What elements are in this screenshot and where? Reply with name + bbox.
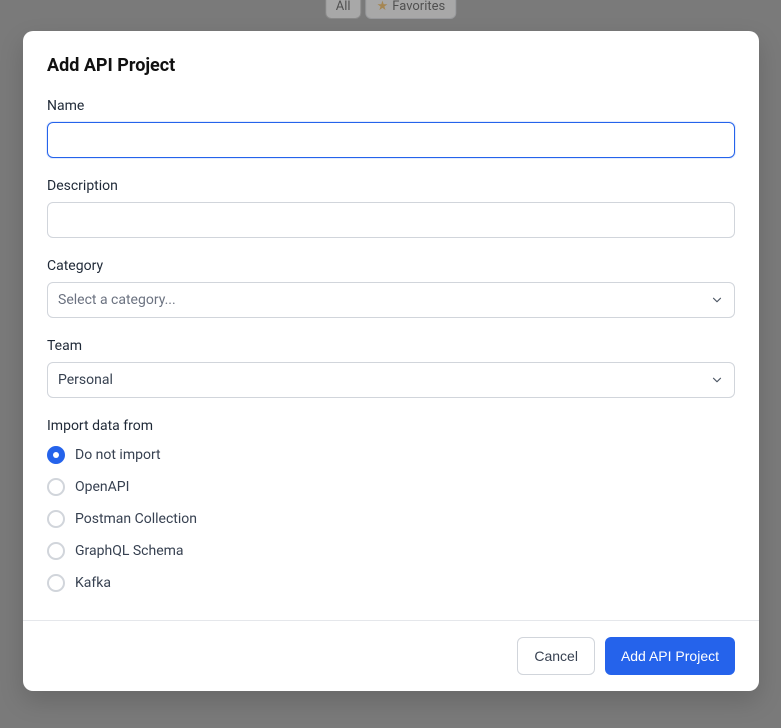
radio-label: OpenAPI [75, 479, 129, 495]
pill-favorites: ★ Favorites [366, 0, 457, 19]
name-label: Name [47, 98, 735, 114]
modal-body: Add API Project Name Description Categor… [23, 31, 759, 620]
radio-openapi[interactable]: OpenAPI [47, 478, 735, 496]
import-label: Import data from [47, 418, 735, 434]
radio-label: GraphQL Schema [75, 543, 184, 559]
pill-all-label: All [336, 0, 351, 14]
team-select[interactable]: Personal [47, 362, 735, 398]
radio-label: Postman Collection [75, 511, 197, 527]
category-select-value: Select a category... [58, 292, 176, 308]
radio-icon [47, 510, 65, 528]
team-select-value: Personal [58, 372, 113, 388]
cancel-button-label: Cancel [534, 648, 578, 664]
name-field-group: Name [47, 98, 735, 158]
radio-label: Kafka [75, 575, 111, 591]
modal-footer: Cancel Add API Project [23, 620, 759, 691]
radio-kafka[interactable]: Kafka [47, 574, 735, 592]
star-icon: ★ [377, 0, 389, 14]
category-select[interactable]: Select a category... [47, 282, 735, 318]
radio-do-not-import[interactable]: Do not import [47, 446, 735, 464]
import-radio-group: Do not import OpenAPI Postman Collection… [47, 446, 735, 592]
radio-icon [47, 542, 65, 560]
cancel-button[interactable]: Cancel [517, 637, 595, 675]
import-field-group: Import data from Do not import OpenAPI P… [47, 418, 735, 592]
add-api-project-modal: Add API Project Name Description Categor… [23, 31, 759, 691]
name-input[interactable] [47, 122, 735, 158]
submit-button-label: Add API Project [621, 648, 719, 664]
description-label: Description [47, 178, 735, 194]
pill-all: All [325, 0, 362, 19]
pill-favorites-label: Favorites [392, 0, 445, 14]
radio-postman-collection[interactable]: Postman Collection [47, 510, 735, 528]
chevron-down-icon [710, 373, 724, 387]
background-filter-pills: All ★ Favorites [325, 0, 456, 19]
radio-icon [47, 478, 65, 496]
modal-title: Add API Project [47, 55, 735, 76]
chevron-down-icon [710, 293, 724, 307]
category-label: Category [47, 258, 735, 274]
add-api-project-button[interactable]: Add API Project [605, 637, 735, 675]
description-input[interactable] [47, 202, 735, 238]
description-field-group: Description [47, 178, 735, 238]
team-field-group: Team Personal [47, 338, 735, 398]
team-label: Team [47, 338, 735, 354]
category-field-group: Category Select a category... [47, 258, 735, 318]
radio-icon [47, 446, 65, 464]
radio-graphql-schema[interactable]: GraphQL Schema [47, 542, 735, 560]
radio-icon [47, 574, 65, 592]
radio-label: Do not import [75, 447, 161, 463]
